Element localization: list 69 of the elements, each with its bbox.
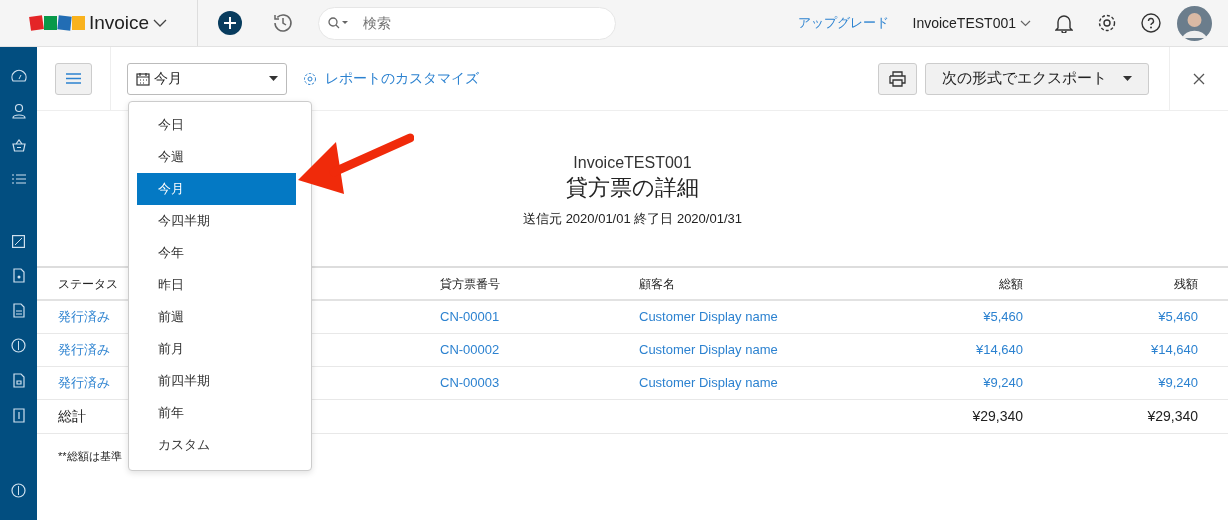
percent-icon[interactable]	[12, 235, 25, 248]
help-icon[interactable]	[1141, 13, 1161, 33]
notification-icon[interactable]	[1055, 13, 1073, 33]
coin-icon[interactable]	[11, 483, 26, 498]
column-header: 貸方票番号	[440, 268, 639, 301]
chevron-icon[interactable]	[153, 19, 168, 27]
zoho-logo	[29, 16, 85, 30]
calendar-icon	[136, 71, 150, 86]
amount-link[interactable]: ¥9,240	[843, 367, 1023, 400]
print-icon[interactable]	[889, 70, 906, 87]
menu-button[interactable]	[55, 62, 92, 95]
menu-item[interactable]: 前週	[137, 301, 296, 333]
column-header: 総額	[843, 268, 1023, 301]
amount-link[interactable]: ¥5,460	[1023, 301, 1198, 334]
coin-icon[interactable]	[11, 338, 26, 353]
basket-icon[interactable]	[11, 139, 26, 153]
total-amount: ¥29,340	[843, 400, 1023, 434]
menu-item[interactable]: 前年	[137, 397, 296, 429]
menu-item[interactable]: 今年	[137, 237, 296, 269]
column-header: 顧客名	[639, 268, 843, 301]
footnote: **総額は基準	[58, 450, 122, 462]
search-icon[interactable]	[328, 16, 348, 29]
export-button[interactable]: 次の形式でエクスポート	[925, 62, 1149, 95]
dashboard-icon[interactable]	[10, 69, 27, 83]
history-icon[interactable]	[272, 12, 294, 34]
gear-icon[interactable]	[303, 71, 317, 86]
organization-name: InvoiceTEST001	[573, 154, 692, 171]
print-button[interactable]	[878, 62, 917, 95]
amount-link[interactable]: ¥14,640	[843, 334, 1023, 367]
receipt-icon[interactable]	[12, 408, 25, 423]
app-name[interactable]: Invoice	[88, 8, 150, 38]
close-icon[interactable]	[1193, 72, 1205, 85]
add-icon[interactable]	[218, 11, 242, 35]
menu-item[interactable]: 昨日	[137, 269, 296, 301]
menu-item[interactable]: 前四半期	[137, 365, 296, 397]
report-title: 貸方票の詳細	[566, 175, 699, 200]
customer-link[interactable]: Customer Display name	[639, 367, 843, 400]
chevron-icon[interactable]	[1020, 19, 1031, 27]
menu-item[interactable]: 今週	[137, 141, 296, 173]
avatar[interactable]	[1177, 5, 1212, 41]
menu-item[interactable]: 今日	[137, 109, 296, 141]
menu-item[interactable]: 今月	[137, 173, 296, 205]
column-header: 残額	[1023, 268, 1198, 301]
date-range: 送信元 2020/01/01 終了日 2020/01/31	[523, 211, 742, 227]
organization-name[interactable]: InvoiceTEST001	[912, 12, 1016, 34]
credit-note-link[interactable]: CN-00001	[440, 301, 639, 334]
credit-note-link[interactable]: CN-00002	[440, 334, 639, 367]
menu-icon[interactable]	[66, 73, 81, 84]
menu-item[interactable]: 今四半期	[137, 205, 296, 237]
document-icon[interactable]	[12, 373, 25, 388]
amount-link[interactable]: ¥9,240	[1023, 367, 1198, 400]
upgrade-link[interactable]: アップグレード	[797, 13, 889, 33]
customize-report-link[interactable]: レポートのカスタマイズ	[325, 68, 479, 89]
caret-icon	[1123, 76, 1132, 81]
search-field[interactable]: 検索	[318, 6, 616, 40]
total-balance: ¥29,340	[1023, 400, 1198, 434]
document-icon[interactable]	[12, 303, 25, 318]
caret-icon	[269, 76, 278, 81]
period-dropdown[interactable]: 今月	[127, 62, 287, 95]
customer-link[interactable]: Customer Display name	[639, 334, 843, 367]
amount-link[interactable]: ¥14,640	[1023, 334, 1198, 367]
settings-icon[interactable]	[1097, 13, 1117, 33]
document-icon[interactable]	[12, 268, 25, 283]
amount-link[interactable]: ¥5,460	[843, 301, 1023, 334]
list-icon[interactable]	[11, 173, 26, 185]
person-icon[interactable]	[11, 103, 26, 119]
menu-item[interactable]: 前月	[137, 333, 296, 365]
customer-link[interactable]: Customer Display name	[639, 301, 843, 334]
credit-note-link[interactable]: CN-00003	[440, 367, 639, 400]
